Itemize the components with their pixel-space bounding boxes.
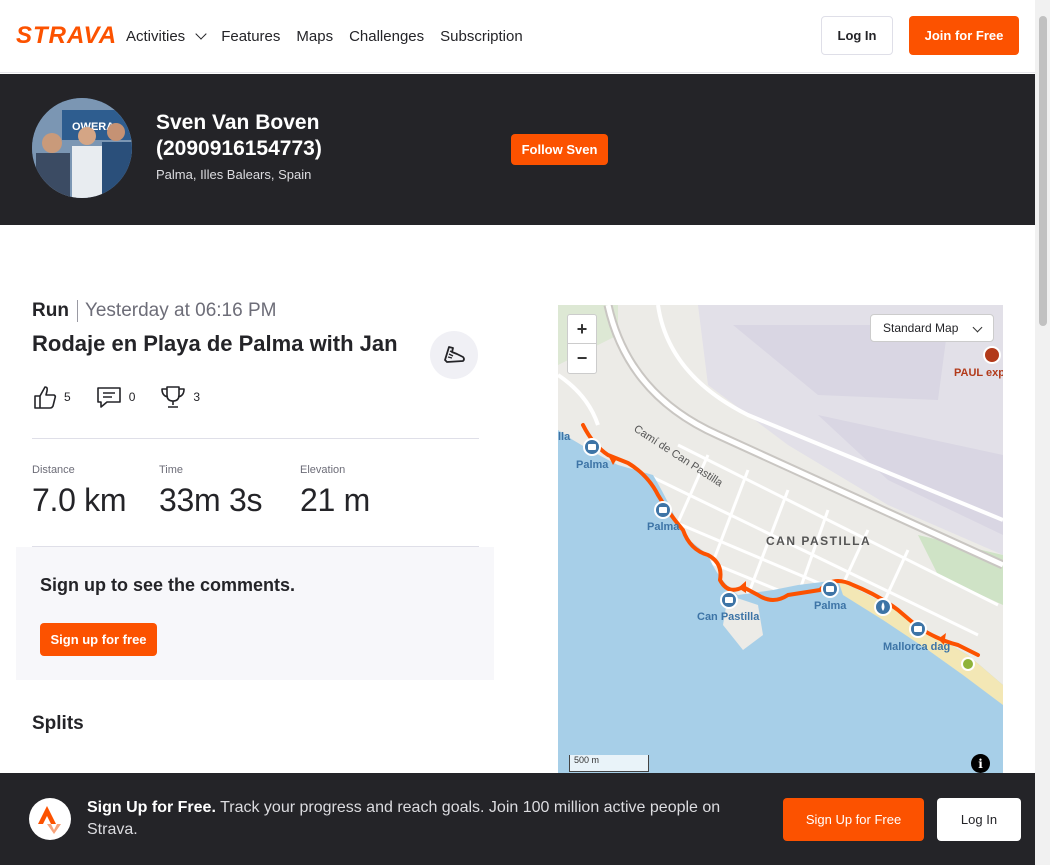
activity-stats: Distance 7.0 km Time 33m 3s Elevation 21… [32,464,402,519]
comments-signup-title: Sign up to see the comments. [40,575,296,595]
nav-links: Activities Features Maps Challenges Subs… [126,28,539,45]
comment-icon [96,387,121,408]
follow-button[interactable]: Follow Sven [511,134,608,165]
stat-value: 21 m [300,482,370,518]
stat-value: 7.0 km [32,482,127,518]
nav-subscription[interactable]: Subscription [440,28,523,45]
map-label-mallorca: Mallorca dag [883,641,951,653]
strava-logo-icon [29,798,71,840]
map-label-palma: Palma [576,459,609,471]
comments-signup-box: Sign up to see the comments. Sign up for… [16,547,494,680]
kudos-count: 5 [64,390,71,404]
nav-activities-label: Activities [126,27,186,45]
gear-shoe-button[interactable] [430,331,478,379]
shoe-icon [444,346,465,363]
thumbs-up-icon [34,386,57,409]
athlete-location: Palma, Illes Balears, Spain [156,167,312,182]
info-icon[interactable]: i [971,754,990,773]
zoom-out-button[interactable]: − [568,344,596,373]
top-nav: STRAVA Activities Features Maps Challeng… [0,0,1035,73]
splits-title: Splits [32,713,84,734]
comments-button[interactable]: 0 [95,384,136,410]
nav-features[interactable]: Features [221,28,280,45]
scrollbar-thumb[interactable] [1039,16,1047,326]
stat-value: 33m 3s [159,482,263,518]
signup-free-button[interactable]: Sign up for free [40,623,157,656]
chevron-down-icon [195,28,207,40]
activity-title: Rodaje en Playa de Palma with Jan [32,331,398,356]
login-button[interactable]: Log In [821,16,893,55]
zoom-in-button[interactable]: + [568,315,596,344]
trophy-icon [161,386,186,408]
map-label-district: CAN PASTILLA [766,534,872,548]
map-zoom-controls: + − [567,314,597,374]
map-style-select[interactable]: Standard Map [870,314,994,342]
stat-time: Time 33m 3s [159,464,268,519]
map-label-palma: Palma [814,600,847,612]
stat-label: Time [159,464,184,476]
join-button[interactable]: Join for Free [909,16,1019,55]
signup-banner-bold: Sign Up for Free. [87,799,216,816]
divider [32,438,479,439]
nav-challenges[interactable]: Challenges [349,28,424,45]
route-map[interactable]: lla Palma Palma Palma Can Pastilla CAN P… [558,305,1003,777]
kudos-button[interactable]: 5 [32,384,71,410]
map-label-poi: PAUL exp [954,367,1003,379]
stat-label: Distance [32,464,75,476]
athlete-banner: OWERA Sven Van Boven (2090916154773) Pal… [0,74,1035,225]
activity-header: Run Yesterday at 06:16 PM [32,300,276,322]
stat-distance: Distance 7.0 km [32,464,127,519]
activity-time: Yesterday at 06:16 PM [84,300,277,321]
comments-count: 0 [128,390,136,404]
map-scale: 500 m [569,755,649,772]
signup-banner-button[interactable]: Sign Up for Free [783,798,924,841]
achievements-button[interactable]: 3 [159,384,200,410]
stat-elevation: Elevation 21 m [300,464,370,519]
signup-banner-text: Sign Up for Free. Track your progress an… [87,797,757,841]
social-row: 5 0 3 [32,384,224,410]
activity-type: Run [32,300,78,322]
strava-logo[interactable]: STRAVA [16,22,116,50]
map-label-can-pastilla: Can Pastilla [697,611,760,623]
nav-maps[interactable]: Maps [296,28,333,45]
stat-label: Elevation [300,464,346,476]
map-label-palma-left: lla [558,431,571,443]
avatar[interactable]: OWERA [32,98,132,198]
chevron-down-icon [972,322,983,333]
nav-activities[interactable]: Activities [126,27,207,45]
achievements-count: 3 [193,390,201,404]
page: STRAVA Activities Features Maps Challeng… [0,0,1050,865]
signup-banner-login-button[interactable]: Log In [937,798,1021,841]
athlete-name[interactable]: Sven Van Boven (2090916154773) [156,110,396,162]
signup-banner: Sign Up for Free. Track your progress an… [0,773,1035,865]
map-style-value: Standard Map [883,321,959,335]
map-label-palma: Palma [647,521,680,533]
